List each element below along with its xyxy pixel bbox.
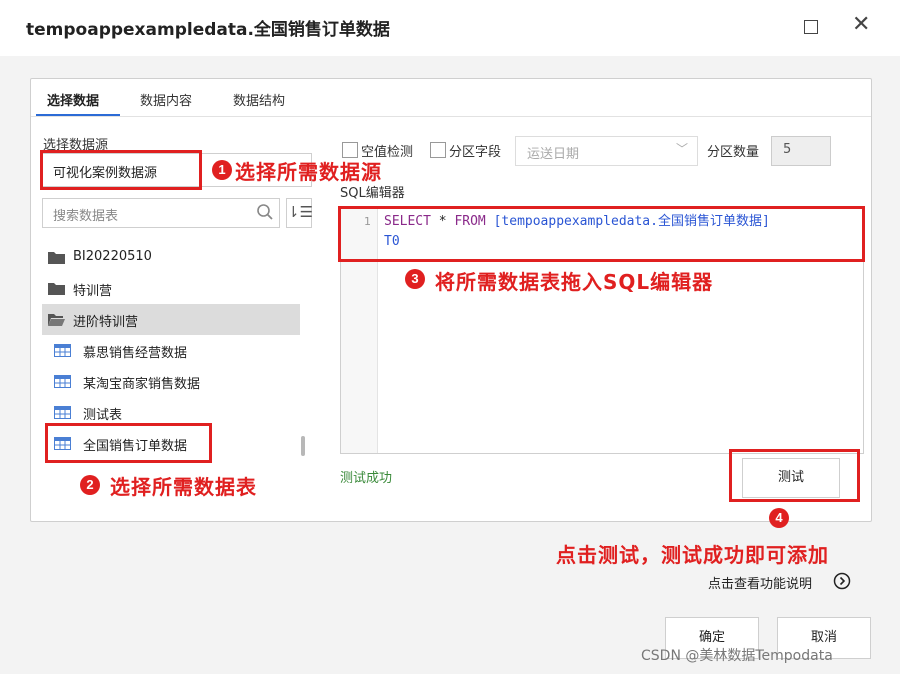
table-icon <box>54 375 71 388</box>
table-icon <box>54 344 71 357</box>
close-icon[interactable]: ✕ <box>852 14 870 36</box>
test-status: 测试成功 <box>340 471 393 486</box>
tree-item-folder[interactable]: BI20220510 <box>42 242 300 273</box>
highlight-box-source <box>40 150 202 190</box>
tree-item-label: 特训营 <box>73 284 113 299</box>
partition-date-value: 运送日期 <box>527 147 580 162</box>
tree-item-table[interactable]: 某淘宝商家销售数据 <box>42 366 300 397</box>
partition-count-value: 5 <box>783 142 792 157</box>
maximize-icon[interactable] <box>804 20 818 34</box>
tab-divider <box>31 116 871 117</box>
tree-item-folder-open[interactable]: 进阶特训营 <box>42 304 300 335</box>
partition-field-checkbox[interactable] <box>430 142 446 158</box>
folder-icon <box>48 252 65 264</box>
search-placeholder: 搜索数据表 <box>53 209 119 224</box>
annotation-badge-2: 2 <box>80 475 100 495</box>
folder-open-icon <box>48 314 65 326</box>
highlight-box-test <box>729 449 860 502</box>
help-link[interactable]: 点击查看功能说明 <box>708 573 812 592</box>
tree-item-table[interactable]: 慕思销售经营数据 <box>42 335 300 366</box>
folder-icon <box>48 283 65 295</box>
tree-item-label: 进阶特训营 <box>73 315 139 330</box>
tree-item-label: 某淘宝商家销售数据 <box>83 377 201 392</box>
annotation-2: 选择所需数据表 <box>110 475 257 499</box>
tab-data-content[interactable]: 数据内容 <box>140 90 192 109</box>
highlight-box-sql <box>338 206 865 262</box>
highlight-box-table <box>45 423 212 463</box>
watermark: CSDN @美林数据Tempodata <box>641 648 833 664</box>
active-tab-indicator <box>36 114 120 116</box>
tree-item-label: 测试表 <box>83 408 123 423</box>
chevron-down-icon: ﹀ <box>676 142 689 156</box>
tab-select-data[interactable]: 选择数据 <box>47 90 99 109</box>
partition-count-input[interactable] <box>771 136 831 166</box>
search-icon[interactable] <box>256 203 274 221</box>
partition-count-label: 分区数量 <box>707 145 760 160</box>
chevron-right-circle-icon[interactable] <box>833 572 851 590</box>
annotation-badge-3: 3 <box>405 269 425 289</box>
annotation-badge-1: 1 <box>212 160 232 180</box>
annotation-badge-4: 4 <box>769 508 789 528</box>
tab-data-structure[interactable]: 数据结构 <box>233 90 285 109</box>
table-icon <box>54 406 71 419</box>
tree-scrollbar[interactable] <box>301 436 305 456</box>
tree-item-folder[interactable]: 特训营 <box>42 273 300 304</box>
annotation-3: 将所需数据表拖入SQL编辑器 <box>435 270 714 294</box>
annotation-1: 选择所需数据源 <box>235 160 382 184</box>
tree-item-label: BI20220510 <box>73 249 152 264</box>
tree-item-label: 慕思销售经营数据 <box>83 346 188 361</box>
window-title: tempoappexampledata.全国销售订单数据 <box>26 20 390 40</box>
partition-field-label: 分区字段 <box>449 145 502 160</box>
annotation-4: 点击测试，测试成功即可添加 <box>556 543 829 567</box>
sort-icon[interactable]: ⇂☰ <box>286 198 313 228</box>
